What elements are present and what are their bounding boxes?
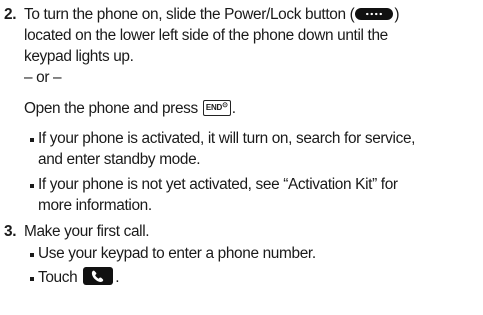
- instruction-page: 2. To turn the phone on, slide the Power…: [0, 0, 483, 315]
- step-2-text-after-icon: ): [394, 6, 400, 23]
- alt-text-before-key: Open the phone and press: [24, 100, 198, 117]
- power-lock-button-icon: [355, 7, 394, 20]
- step-2-text-before-icon: To turn the phone on, slide the Power/Lo…: [24, 6, 355, 23]
- step-2-alternative: Open the phone and press END⊙.: [24, 99, 236, 119]
- end-key-label: END: [205, 102, 223, 112]
- bullet-icon: [30, 184, 34, 188]
- bullet-activated-line-1: If your phone is activated, it will turn…: [38, 130, 416, 147]
- bullet-not-activated-line-1: If your phone is not yet activated, see …: [38, 176, 398, 193]
- or-separator: – or –: [24, 69, 62, 86]
- touch-text-before-key: Touch: [38, 269, 78, 286]
- bullet-not-activated-line-2: more information.: [38, 197, 152, 214]
- step-number: 3.: [4, 223, 17, 240]
- alt-text-after-key: .: [231, 100, 236, 117]
- step-number: 2.: [4, 6, 17, 23]
- bullet-icon: [30, 277, 34, 281]
- talk-key-icon: [83, 266, 114, 285]
- bullet-activated-line-2: and enter standby mode.: [38, 151, 201, 168]
- bullet-touch: Touch .: [38, 266, 120, 288]
- touch-text-after-key: .: [115, 269, 120, 286]
- bullet-icon: [30, 253, 34, 257]
- step-2-line-2: located on the lower left side of the ph…: [24, 27, 388, 44]
- step-2-line-3: keypad lights up.: [24, 48, 134, 65]
- bullet-keypad: Use your keypad to enter a phone number.: [38, 245, 316, 262]
- end-key-symbol: ⊙: [222, 101, 228, 109]
- end-key-icon: END⊙: [202, 99, 231, 116]
- step-3-text: Make your first call.: [24, 223, 150, 240]
- bullet-icon: [30, 138, 34, 142]
- step-2-line-1: To turn the phone on, slide the Power/Lo…: [24, 5, 399, 25]
